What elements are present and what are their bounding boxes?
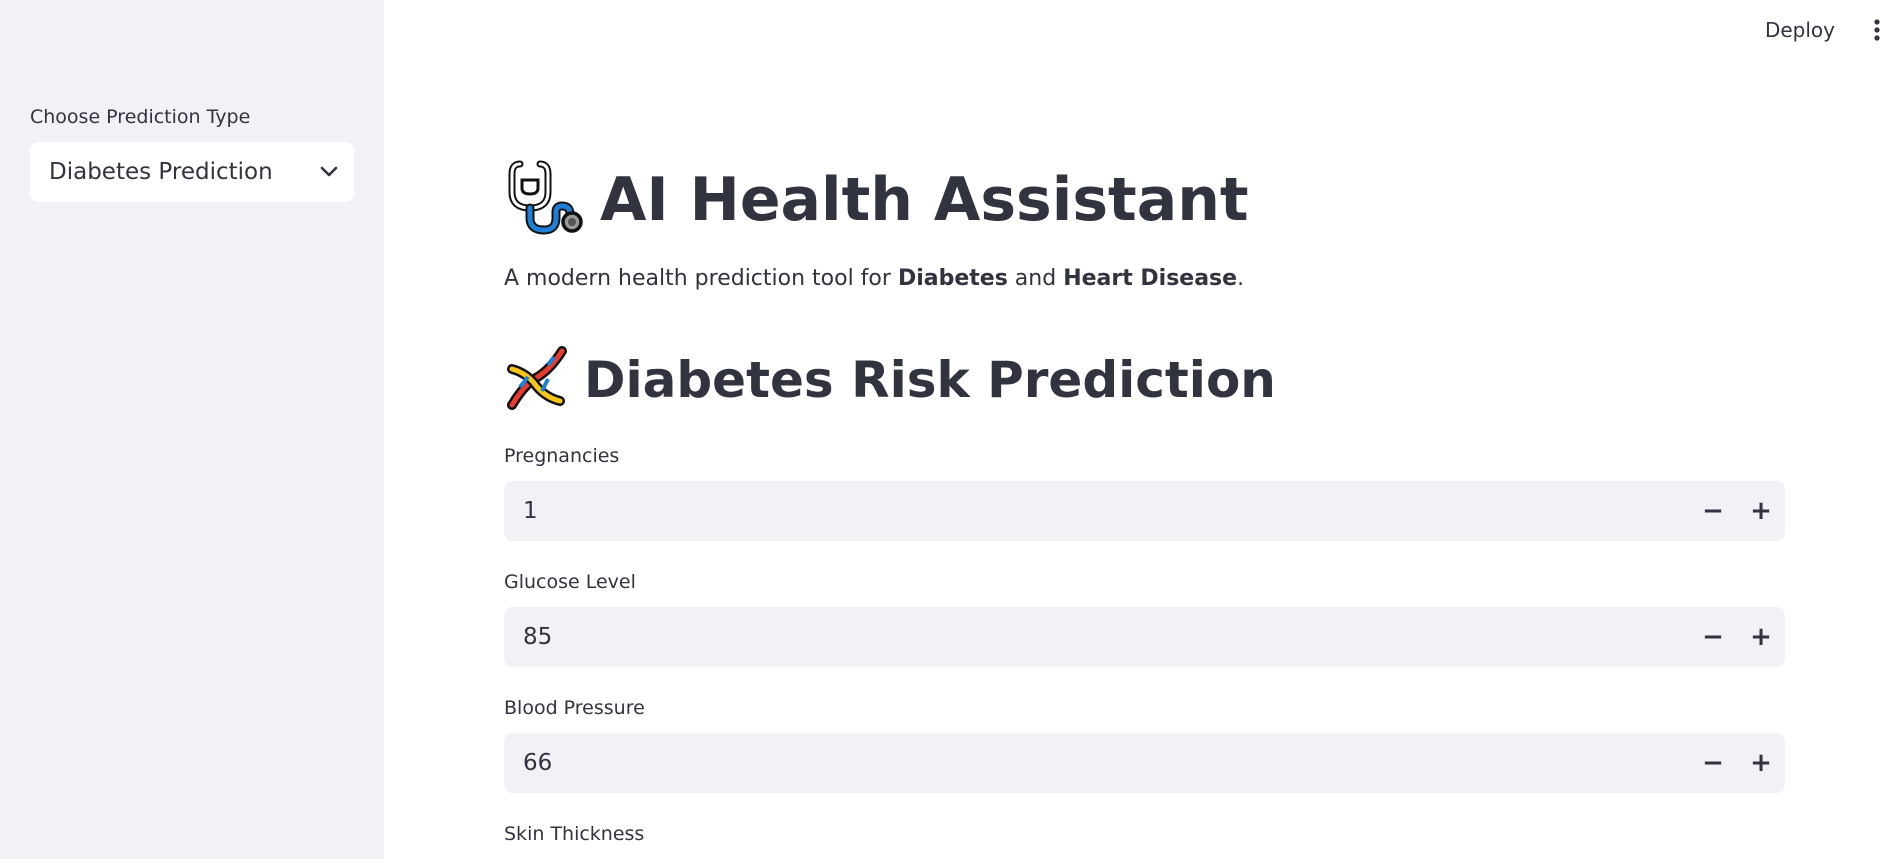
pregnancies-input[interactable]: 1 − + xyxy=(504,481,1785,541)
stethoscope-icon xyxy=(504,156,588,244)
section-title: Diabetes Risk Prediction xyxy=(584,351,1276,409)
dna-icon xyxy=(504,345,570,415)
more-vertical-icon xyxy=(1874,19,1880,41)
prediction-type-value: Diabetes Prediction xyxy=(49,159,273,185)
chevron-down-icon xyxy=(304,142,354,202)
field-label-skin-thickness: Skin Thickness xyxy=(504,823,645,845)
blood-pressure-increment-button[interactable]: + xyxy=(1737,733,1785,793)
prediction-type-label: Choose Prediction Type xyxy=(30,106,251,128)
field-label-pregnancies: Pregnancies xyxy=(504,445,620,467)
subtitle-text: . xyxy=(1237,266,1245,291)
glucose-value[interactable]: 85 xyxy=(504,624,1689,650)
page-title-row: AI Health Assistant xyxy=(504,155,1249,245)
glucose-input[interactable]: 85 − + xyxy=(504,607,1785,667)
page-title: AI Health Assistant xyxy=(600,165,1249,235)
app-toolbar: Deploy xyxy=(1753,0,1887,60)
pregnancies-decrement-button[interactable]: − xyxy=(1689,481,1737,541)
deploy-button[interactable]: Deploy xyxy=(1753,12,1847,48)
blood-pressure-input[interactable]: 66 − + xyxy=(504,733,1785,793)
glucose-decrement-button[interactable]: − xyxy=(1689,607,1737,667)
subtitle-heart-disease: Heart Disease xyxy=(1063,266,1238,291)
blood-pressure-decrement-button[interactable]: − xyxy=(1689,733,1737,793)
main-menu-button[interactable] xyxy=(1867,10,1887,50)
main-area: Deploy AI Health Assistant A modern heal… xyxy=(384,0,1887,859)
field-label-glucose: Glucose Level xyxy=(504,571,636,593)
pregnancies-increment-button[interactable]: + xyxy=(1737,481,1785,541)
prediction-type-select[interactable]: Diabetes Prediction xyxy=(30,142,354,202)
blood-pressure-value[interactable]: 66 xyxy=(504,750,1689,776)
section-title-row: Diabetes Risk Prediction xyxy=(504,345,1276,415)
subtitle-diabetes: Diabetes xyxy=(897,266,1008,291)
pregnancies-value[interactable]: 1 xyxy=(504,498,1689,524)
glucose-increment-button[interactable]: + xyxy=(1737,607,1785,667)
field-label-blood-pressure: Blood Pressure xyxy=(504,697,645,719)
subtitle-text: and xyxy=(1007,266,1064,291)
page-subtitle: A modern health prediction tool for Diab… xyxy=(504,266,1244,291)
subtitle-text: A modern health prediction tool for xyxy=(504,266,898,291)
sidebar: Choose Prediction Type Diabetes Predicti… xyxy=(0,0,384,859)
